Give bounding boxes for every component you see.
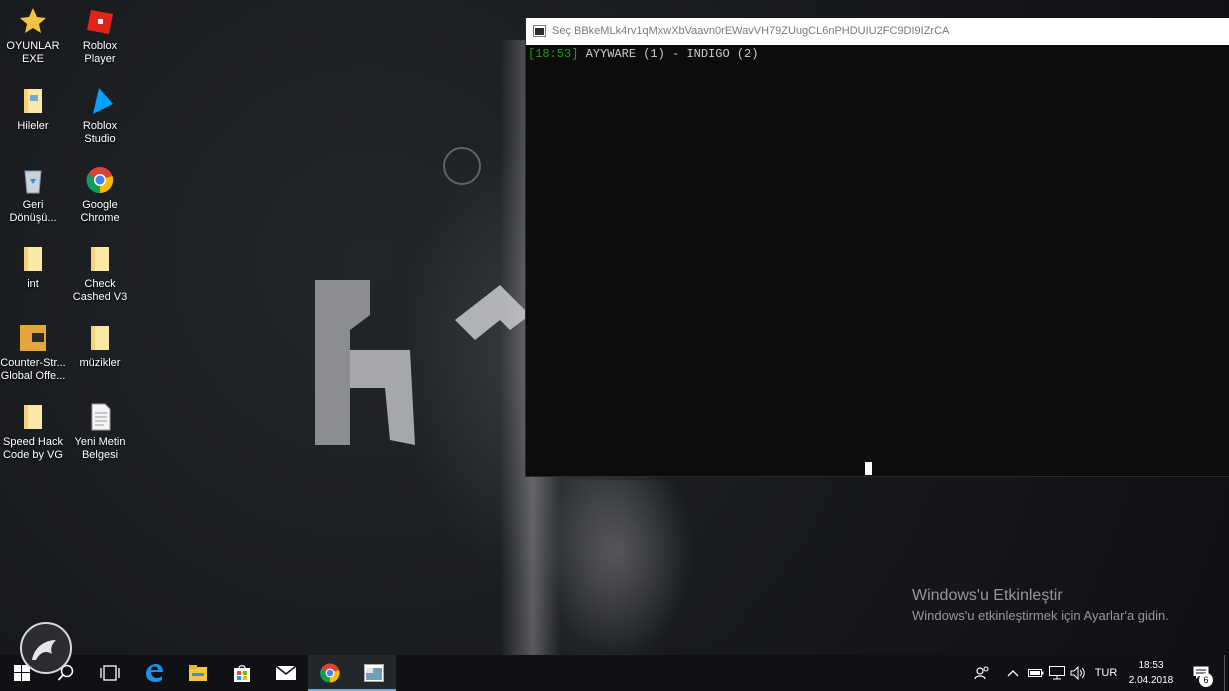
tray-clock[interactable]: 18:53 2.04.2018 (1120, 658, 1182, 688)
wallpaper-wolf-paws (545, 480, 695, 655)
taskbar-file-explorer[interactable] (176, 655, 220, 691)
console-window[interactable]: Seç BBkeMLk4rv1qMxwXbVaavn0rEWavVH79ZUug… (525, 18, 1229, 477)
console-app-icon (533, 25, 546, 37)
desktop-icon-oyunlar-exe[interactable]: OYUNLAR EXE (0, 6, 66, 66)
tray-volume[interactable] (1068, 655, 1088, 691)
desktop-icon-label: Roblox Studio (82, 120, 118, 145)
folder-icon (24, 247, 42, 271)
notification-count-badge: 6 (1199, 673, 1213, 687)
activation-watermark: Windows'u Etkinleştir Windows'u etkinleş… (912, 586, 1169, 625)
taskbar-mail[interactable] (264, 655, 308, 691)
speaker-icon (1070, 666, 1085, 680)
clock-time: 18:53 (1138, 660, 1164, 671)
desktop-icon-muzikler[interactable]: müzikler (67, 323, 133, 370)
console-cursor (865, 462, 872, 475)
desktop-icon-label: Counter-Str... Global Offe... (0, 357, 66, 382)
desktop-icon-label: müzikler (79, 357, 121, 369)
floating-logo-icon (20, 622, 72, 674)
tray-show-hidden[interactable] (1004, 655, 1022, 691)
text-document-icon (91, 403, 111, 431)
store-icon (234, 665, 250, 682)
desktop-icon-label: Check Cashed V3 (72, 278, 128, 303)
folder-icon (24, 405, 42, 429)
desktop-icon-yeni-metin-belgesi[interactable]: Yeni Metin Belgesi (67, 402, 133, 462)
console-line: [18:53] AYYWARE (1) - INDIGO (2) (528, 47, 1227, 61)
task-view-button[interactable] (88, 655, 132, 691)
console-line-text: AYYWARE (1) - INDIGO (2) (578, 47, 759, 61)
console-output[interactable]: [18:53] AYYWARE (1) - INDIGO (2) (526, 45, 1229, 477)
tray-people[interactable] (970, 655, 994, 691)
desktop-icon-label: int (27, 278, 39, 290)
taskbar: TUR 18:53 2.04.2018 (0, 655, 1229, 691)
network-icon (1049, 666, 1065, 680)
folder-icon (91, 326, 109, 350)
taskbar-console[interactable] (352, 655, 396, 691)
wallpaper-ring (443, 147, 481, 185)
desktop-icon-roblox-studio[interactable]: Roblox Studio (67, 86, 133, 146)
mail-icon (275, 665, 297, 680)
desktop-icon-label: OYUNLAR EXE (6, 40, 60, 65)
folder-icon (91, 247, 109, 271)
taskbar-chrome[interactable] (308, 655, 352, 691)
activation-title: Windows'u Etkinleştir (912, 587, 1063, 604)
chrome-icon (320, 663, 340, 683)
clock-date: 2.04.2018 (1128, 675, 1174, 686)
chrome-icon (86, 167, 114, 194)
desktop-icon-check-cashed-v3[interactable]: Check Cashed V3 (67, 244, 133, 304)
chevron-up-icon (1007, 670, 1019, 677)
tray-language[interactable]: TUR (1090, 655, 1122, 691)
desktop-icon-recycle-bin[interactable]: Geri Dönüşü... (0, 165, 66, 225)
desktop-icon-label: Yeni Metin Belgesi (74, 436, 126, 461)
people-icon (974, 666, 989, 680)
desktop-icon-csgo[interactable]: Counter-Str... Global Offe... (0, 323, 66, 383)
taskbar-store[interactable] (220, 655, 264, 691)
csgo-icon (20, 325, 46, 351)
roblox-player-icon (87, 10, 113, 34)
recycle-bin-icon (24, 170, 42, 194)
star-shortcut-icon (20, 8, 46, 33)
task-view-icon (100, 665, 120, 681)
desktop-icon-label: Geri Dönüşü... (9, 199, 57, 224)
roblox-studio-icon (93, 88, 113, 114)
edge-icon (146, 664, 163, 682)
show-desktop-button[interactable] (1224, 655, 1229, 691)
tray-network[interactable] (1047, 655, 1067, 691)
desktop-icon-hileler[interactable]: Hileler (0, 86, 66, 133)
file-explorer-icon (189, 665, 207, 681)
console-timestamp: [18:53] (528, 47, 579, 61)
desktop-icon-roblox-player[interactable]: Roblox Player (67, 6, 133, 66)
console-title: Seç BBkeMLk4rv1qMxwXbVaavn0rEWavVH79ZUug… (552, 25, 950, 37)
tray-battery[interactable] (1026, 655, 1046, 691)
battery-icon (1028, 669, 1044, 677)
taskbar-edge[interactable] (132, 655, 176, 691)
desktop-icon-speed-hack[interactable]: Speed Hack Code by VG (0, 402, 66, 462)
console-app-icon (364, 664, 384, 682)
desktop-icon-label: Speed Hack Code by VG (3, 436, 63, 461)
desktop-icon-label: Google Chrome (80, 199, 120, 224)
desktop-icon-label: Hileler (17, 120, 49, 132)
folder-icon (24, 89, 42, 113)
desktop-icon-int[interactable]: int (0, 244, 66, 291)
desktop-icon-google-chrome[interactable]: Google Chrome (67, 165, 133, 225)
desktop-icon-label: Roblox Player (82, 40, 118, 65)
console-titlebar[interactable]: Seç BBkeMLk4rv1qMxwXbVaavn0rEWavVH79ZUug… (526, 18, 1229, 45)
activation-subtitle: Windows'u etkinleştirmek için Ayarlar'a … (912, 608, 1169, 623)
